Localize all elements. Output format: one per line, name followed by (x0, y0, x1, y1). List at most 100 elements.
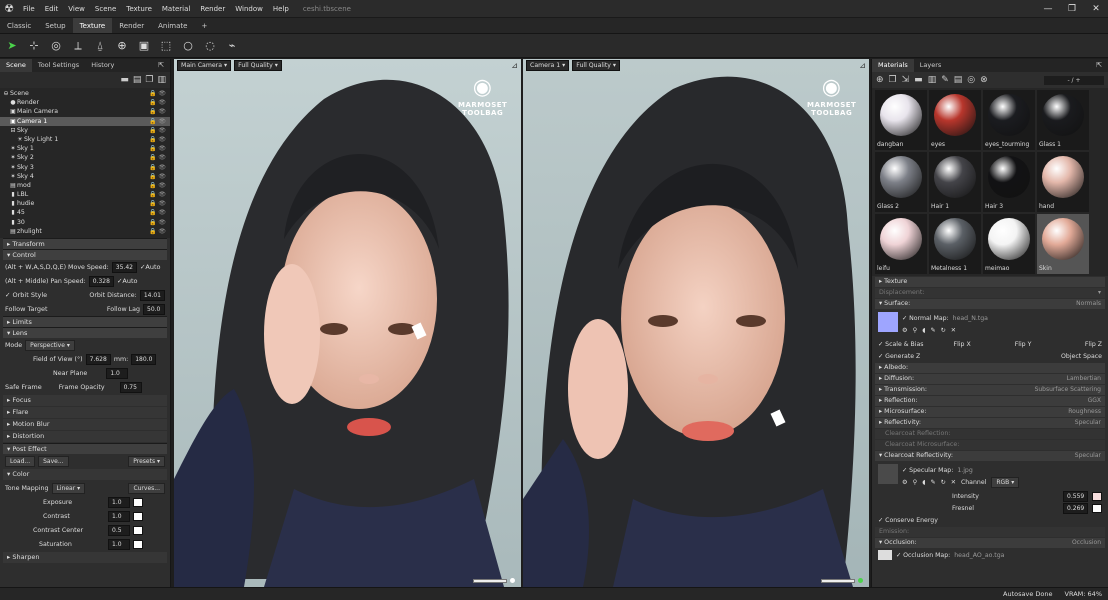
paint-icon[interactable]: ◖ (922, 327, 925, 334)
save-material-icon[interactable]: ▤ (954, 75, 963, 85)
paint-icon[interactable]: ◖ (922, 479, 925, 486)
add-material-icon[interactable]: ⊕ (876, 75, 884, 85)
close-button[interactable]: ✕ (1084, 4, 1108, 14)
section-clearcoat-microsurface[interactable]: Clearcoat Microsurface: (875, 440, 1105, 450)
fov-field[interactable]: 7.628 (85, 353, 111, 365)
channel-dropdown[interactable]: RGB ▾ (991, 476, 1020, 488)
fresnel-field[interactable]: 0.269 (1063, 502, 1089, 514)
section-transform[interactable]: ▸ Transform (3, 238, 167, 249)
viewport-main-camera[interactable]: Main Camera ▾ Full Quality ▾ ⊿ ◉ MARMOSE… (174, 59, 521, 587)
viewport-expand-icon[interactable]: ⊿ (511, 61, 518, 70)
tree-item[interactable]: ▮ LBL 🔒 👁 (0, 190, 170, 199)
tab-animate[interactable]: Animate (151, 18, 194, 33)
section-reflectivity[interactable]: ▸ Reflectivity: Specular (875, 418, 1105, 428)
occlusion-map-checkbox[interactable]: ✓ Occlusion Map: (896, 552, 950, 559)
flip-x-checkbox[interactable]: Flip X (954, 341, 971, 348)
occlusion-map-thumbnail[interactable] (878, 550, 892, 560)
material-thumbnail[interactable]: Hair 3 (983, 152, 1035, 212)
quality-dropdown[interactable]: Full Quality ▾ (572, 60, 620, 71)
maximize-button[interactable]: ❐ (1060, 4, 1084, 14)
eyedropper-icon[interactable]: ✎ (941, 75, 949, 85)
duplicate-material-icon[interactable]: ❐ (889, 75, 897, 85)
scale-bias-checkbox[interactable]: ✓ Scale & Bias (878, 341, 924, 348)
material-counter[interactable]: - / + (1044, 75, 1104, 85)
lock-visibility-icon[interactable]: 🔒 👁 (149, 107, 166, 116)
camera-dropdown[interactable]: Main Camera ▾ (177, 60, 232, 71)
lock-visibility-icon[interactable]: 🔒 👁 (149, 98, 166, 107)
clear-icon[interactable]: ✕ (951, 327, 956, 334)
presets-button[interactable]: Presets ▾ (128, 455, 165, 467)
lock-visibility-icon[interactable]: 🔒 👁 (149, 208, 166, 217)
material-thumbnail[interactable]: Glass 1 (1037, 90, 1089, 150)
fresnel-swatch[interactable] (1092, 503, 1102, 513)
tree-item[interactable]: ●Render 🔒 👁 (0, 98, 170, 107)
section-sharpen[interactable]: ▸ Sharpen (3, 552, 167, 563)
viewport-camera-1[interactable]: Camera 1 ▾ Full Quality ▾ ⊿ ◉ MARMOSET T… (523, 59, 869, 587)
record-dot-icon[interactable] (510, 578, 515, 583)
section-emission[interactable]: Emission: (875, 527, 1105, 537)
section-lens[interactable]: ▾ Lens (3, 327, 167, 338)
menu-view[interactable]: View (63, 0, 90, 18)
tree-item[interactable]: ▣Camera 1 🔒 👁 (0, 116, 170, 126)
pin-icon[interactable]: ⇱ (1090, 59, 1108, 72)
lasso-select-icon[interactable]: ◌ (202, 38, 218, 54)
record-dot-icon[interactable] (858, 578, 863, 583)
tree-item[interactable]: ✶Sky 2 🔒 👁 (0, 153, 170, 162)
reload-icon[interactable]: ↻ (941, 327, 946, 334)
refresh-icon[interactable]: ◎ (967, 75, 975, 85)
intensity-swatch[interactable] (1092, 491, 1102, 501)
section-albedo[interactable]: ▸ Albedo: (875, 363, 1105, 373)
section-texture[interactable]: ▸ Texture (875, 277, 1105, 287)
material-thumbnail[interactable]: hand (1037, 152, 1089, 212)
material-thumbnail[interactable]: eyes_tourming (983, 90, 1035, 150)
menu-help[interactable]: Help (268, 0, 294, 18)
contrast-center-swatch[interactable] (133, 525, 143, 535)
conserve-energy-checkbox[interactable]: ✓ Conserve Energy (878, 517, 938, 524)
material-thumbnail[interactable]: eyes (929, 90, 981, 150)
specular-map-file[interactable]: 1.jpg (957, 467, 972, 474)
occlusion-map-file[interactable]: head_AO_ao.tga (954, 552, 1004, 559)
pan-auto-checkbox[interactable]: ✓Auto (117, 277, 138, 285)
menu-material[interactable]: Material (157, 0, 195, 18)
section-microsurface[interactable]: ▸ Microsurface: Roughness (875, 407, 1105, 417)
paint-select-icon[interactable]: ⌁ (224, 38, 240, 54)
delete-material-icon[interactable]: ▥ (928, 75, 937, 85)
tree-item[interactable]: ▣Main Camera 🔒 👁 (0, 107, 170, 116)
near-plane-field[interactable]: 1.0 (106, 367, 129, 379)
menu-file[interactable]: File (18, 0, 40, 18)
tree-item[interactable]: ⊟Sky 🔒 👁 (0, 126, 170, 135)
scale-gizmo-icon[interactable]: ⟂ (70, 38, 86, 54)
specular-map-checkbox[interactable]: ✓ Specular Map: (902, 467, 953, 474)
lock-visibility-icon[interactable]: 🔒 👁 (149, 144, 166, 153)
lock-visibility-icon[interactable]: 🔒 👁 (149, 163, 166, 172)
frame-opacity-field[interactable]: 0.75 (119, 381, 142, 393)
globe-icon[interactable]: ⊕ (114, 38, 130, 54)
tree-item[interactable]: ✶Sky 1 🔒 👁 (0, 144, 170, 153)
tree-item[interactable]: ▮ hudie 🔒 👁 (0, 199, 170, 208)
intensity-field[interactable]: 0.559 (1063, 490, 1089, 502)
normal-map-checkbox[interactable]: ✓ Normal Map: (902, 315, 949, 322)
tone-mapping-dropdown[interactable]: Linear ▾ (51, 482, 86, 494)
section-transmission[interactable]: ▸ Transmission: Subsurface Scattering (875, 385, 1105, 395)
flip-z-checkbox[interactable]: Flip Z (1085, 341, 1102, 348)
camera-dropdown[interactable]: Camera 1 ▾ (526, 60, 570, 71)
contrast-swatch[interactable] (133, 511, 143, 521)
folder-icon[interactable]: ▬ (120, 75, 129, 85)
tab-layers[interactable]: Layers (914, 59, 948, 72)
curves-button[interactable]: Curves... (128, 482, 165, 494)
saturation-swatch[interactable] (133, 539, 143, 549)
save-button[interactable]: Save... (38, 455, 69, 467)
lock-visibility-icon[interactable]: 🔒 👁 (149, 89, 166, 98)
tree-item[interactable]: ▮ 30 🔒 👁 (0, 218, 170, 227)
material-thumbnail[interactable]: leifu (875, 214, 927, 274)
material-thumbnail[interactable]: Hair 1 (929, 152, 981, 212)
tab-render[interactable]: Render (112, 18, 151, 33)
pivot-icon[interactable]: ⍙ (92, 38, 108, 54)
follow-lag-field[interactable]: 50.0 (143, 303, 165, 315)
section-clearcoat-reflection[interactable]: Clearcoat Reflection: (875, 429, 1105, 439)
lock-visibility-icon[interactable]: 🔒 👁 (149, 135, 166, 144)
lock-visibility-icon[interactable]: 🔒 👁 (149, 172, 166, 181)
normal-map-file[interactable]: head_N.tga (953, 315, 988, 322)
mode-dropdown[interactable]: Perspective ▾ (25, 339, 75, 351)
tab-materials[interactable]: Materials (872, 59, 914, 72)
